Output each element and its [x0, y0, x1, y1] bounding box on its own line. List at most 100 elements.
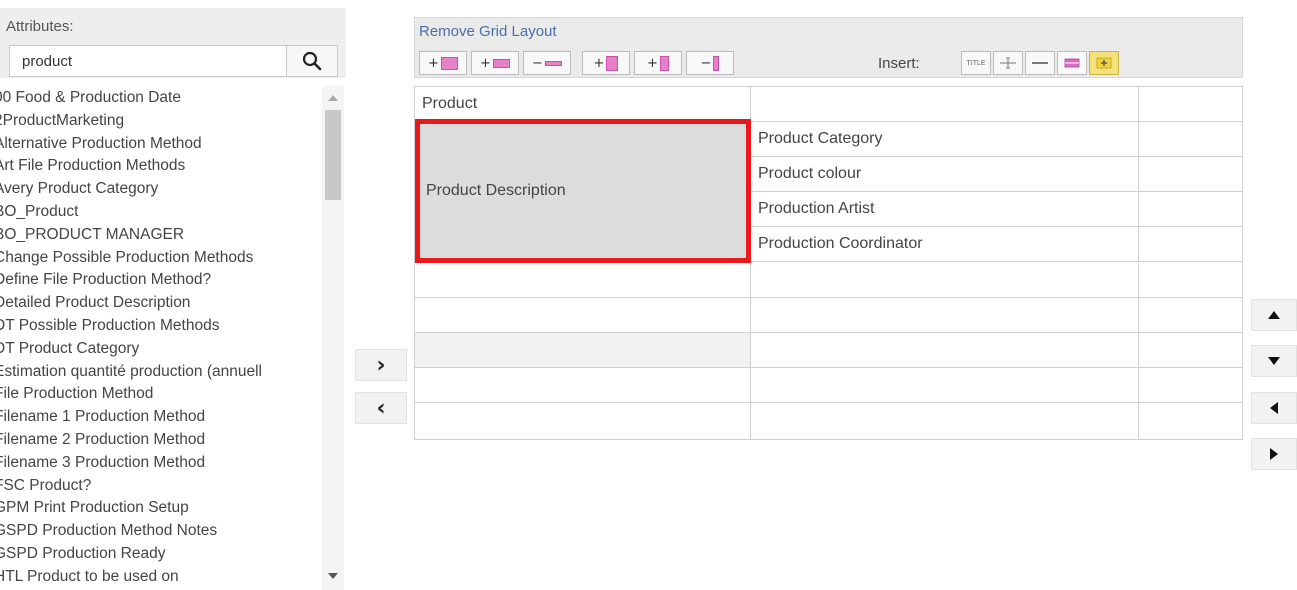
grid-cell[interactable] [1139, 403, 1243, 439]
separator-icon [1032, 62, 1048, 64]
attribute-search-input[interactable]: product [9, 45, 287, 77]
remove-grid-layout-link[interactable]: Remove Grid Layout [419, 23, 557, 40]
attribute-list-item[interactable]: 2ProductMarketing [0, 109, 324, 132]
move-down-button[interactable] [1251, 345, 1297, 377]
grid-cell[interactable] [415, 368, 751, 403]
grid-cell-product-description[interactable]: Product Description [415, 119, 751, 263]
grid-cell[interactable] [1139, 368, 1243, 403]
grid-cell[interactable] [415, 403, 751, 439]
attribute-list-item[interactable]: GSPD Production Ready [0, 542, 324, 565]
scrollbar-thumb[interactable] [325, 110, 341, 200]
arrow-down-icon [1268, 357, 1280, 365]
remove-column-button[interactable]: − [686, 51, 734, 75]
attribute-list-item[interactable]: GPM Print Production Setup [0, 496, 324, 519]
attribute-list-item[interactable]: HTL Product to be used on [0, 565, 324, 588]
attribute-list-scrollbar[interactable] [322, 86, 344, 590]
grid-cell[interactable] [751, 263, 1139, 298]
add-to-grid-button[interactable]: › [355, 349, 407, 381]
attribute-list-item[interactable]: Filename 1 Production Method [0, 405, 324, 428]
insert-highlight-button[interactable] [1089, 51, 1119, 75]
scroll-down-icon[interactable] [322, 566, 344, 586]
arrow-right-icon [1270, 448, 1278, 460]
attribute-list-item[interactable]: Change Possible Production Methods [0, 246, 324, 269]
grid-cell[interactable] [751, 298, 1139, 333]
grid-cell[interactable] [1139, 263, 1243, 298]
add-row-above-button[interactable]: + [419, 51, 467, 75]
grid-cell-row-2[interactable]: Production Artist [751, 192, 1139, 227]
arrow-up-icon [1268, 311, 1280, 319]
grid-toolbar: Remove Grid Layout + + − + + − Insert: T… [414, 17, 1243, 78]
plus-icon: + [480, 55, 491, 71]
attribute-list-item[interactable]: BO_Product [0, 200, 324, 223]
attribute-list-item[interactable]: DT Product Category [0, 337, 324, 360]
plus-icon: + [428, 55, 439, 71]
grid-cell[interactable] [1139, 122, 1243, 157]
attribute-list-item[interactable]: 00 Food & Production Date [0, 86, 324, 109]
grid-cell[interactable] [1139, 87, 1243, 122]
grid-cell[interactable] [751, 87, 1139, 122]
attribute-list-item[interactable]: FSC Product? [0, 474, 324, 497]
grid-row-icon [544, 60, 562, 66]
attribute-list-item[interactable]: File Production Method [0, 382, 324, 405]
grid-add-column-icon [659, 55, 669, 71]
remove-from-grid-button[interactable]: ‹ [355, 392, 407, 424]
attribute-list-item[interactable]: Detailed Product Description [0, 291, 324, 314]
arrow-left-icon [1270, 402, 1278, 414]
grid-cell[interactable] [1139, 157, 1243, 192]
attribute-list-item[interactable]: Estimation quantité production (annuell [0, 360, 324, 383]
layout-grid[interactable]: Product Product Description Product Cate… [414, 86, 1243, 440]
attributes-header: Attributes: product [0, 8, 346, 78]
add-highlight-icon [1096, 57, 1112, 69]
grid-cell[interactable] [751, 333, 1139, 368]
insert-separator-button[interactable] [1025, 51, 1055, 75]
attribute-list-item[interactable]: Filename 3 Production Method [0, 451, 324, 474]
attribute-list-item[interactable]: BO_PRODUCT MANAGER [0, 223, 324, 246]
attributes-label: Attributes: [6, 18, 74, 35]
grid-add-row-icon [492, 58, 510, 68]
grid-cell[interactable] [415, 333, 751, 368]
attribute-list-item[interactable]: Define File Production Method? [0, 268, 324, 291]
move-left-button[interactable] [1251, 392, 1297, 424]
grid-cell[interactable] [751, 403, 1139, 439]
grid-column-icon [713, 55, 720, 71]
attribute-list-item[interactable]: DT Possible Production Methods [0, 314, 324, 337]
plus-icon: + [593, 55, 605, 71]
attribute-list-item[interactable]: Avery Product Category [0, 177, 324, 200]
grid-add-columns-icon [606, 55, 619, 71]
attribute-list-item[interactable]: Filename 2 Production Method [0, 428, 324, 451]
attribute-list-item[interactable]: GSPD Production Method Notes [0, 519, 324, 542]
attribute-list-item[interactable]: Alternative Production Method [0, 132, 324, 155]
grid-cell[interactable] [415, 298, 751, 333]
add-column-right-button[interactable]: + [634, 51, 682, 75]
add-row-below-button[interactable]: + [471, 51, 519, 75]
grid-cell[interactable] [415, 263, 751, 298]
insert-spacer-button[interactable] [993, 51, 1023, 75]
grid-cell[interactable] [1139, 192, 1243, 227]
spacer-icon [1000, 57, 1016, 69]
remove-row-button[interactable]: − [523, 51, 571, 75]
insert-label: Insert: [878, 55, 920, 72]
grid-cell-row-1[interactable]: Product colour [751, 157, 1139, 192]
scroll-up-icon[interactable] [322, 88, 344, 108]
grid-add-rows-icon [440, 56, 458, 70]
add-column-left-button[interactable]: + [582, 51, 630, 75]
grid-cell-header[interactable]: Product [415, 87, 751, 122]
move-up-button[interactable] [1251, 299, 1297, 331]
attribute-list[interactable]: 00 Food & Production Date 2ProductMarketi… [0, 86, 346, 590]
attribute-list-item[interactable]: Art File Production Methods [0, 154, 324, 177]
search-button[interactable] [286, 45, 338, 77]
grid-cell[interactable] [1139, 227, 1243, 262]
grid-cell[interactable] [1139, 298, 1243, 333]
grid-cell-row-3[interactable]: Production Coordinator [751, 227, 1139, 262]
title-icon: TITLE [966, 59, 986, 67]
search-icon [302, 51, 322, 71]
grid-cell[interactable] [751, 368, 1139, 403]
grid-cell[interactable] [1139, 333, 1243, 368]
minus-icon: − [532, 55, 543, 71]
move-right-button[interactable] [1251, 438, 1297, 470]
insert-title-button[interactable]: TITLE [961, 51, 991, 75]
minus-icon: − [700, 55, 712, 71]
row-block-icon [1064, 58, 1080, 68]
grid-cell-row-0[interactable]: Product Category [751, 122, 1139, 157]
insert-row-block-button[interactable] [1057, 51, 1087, 75]
